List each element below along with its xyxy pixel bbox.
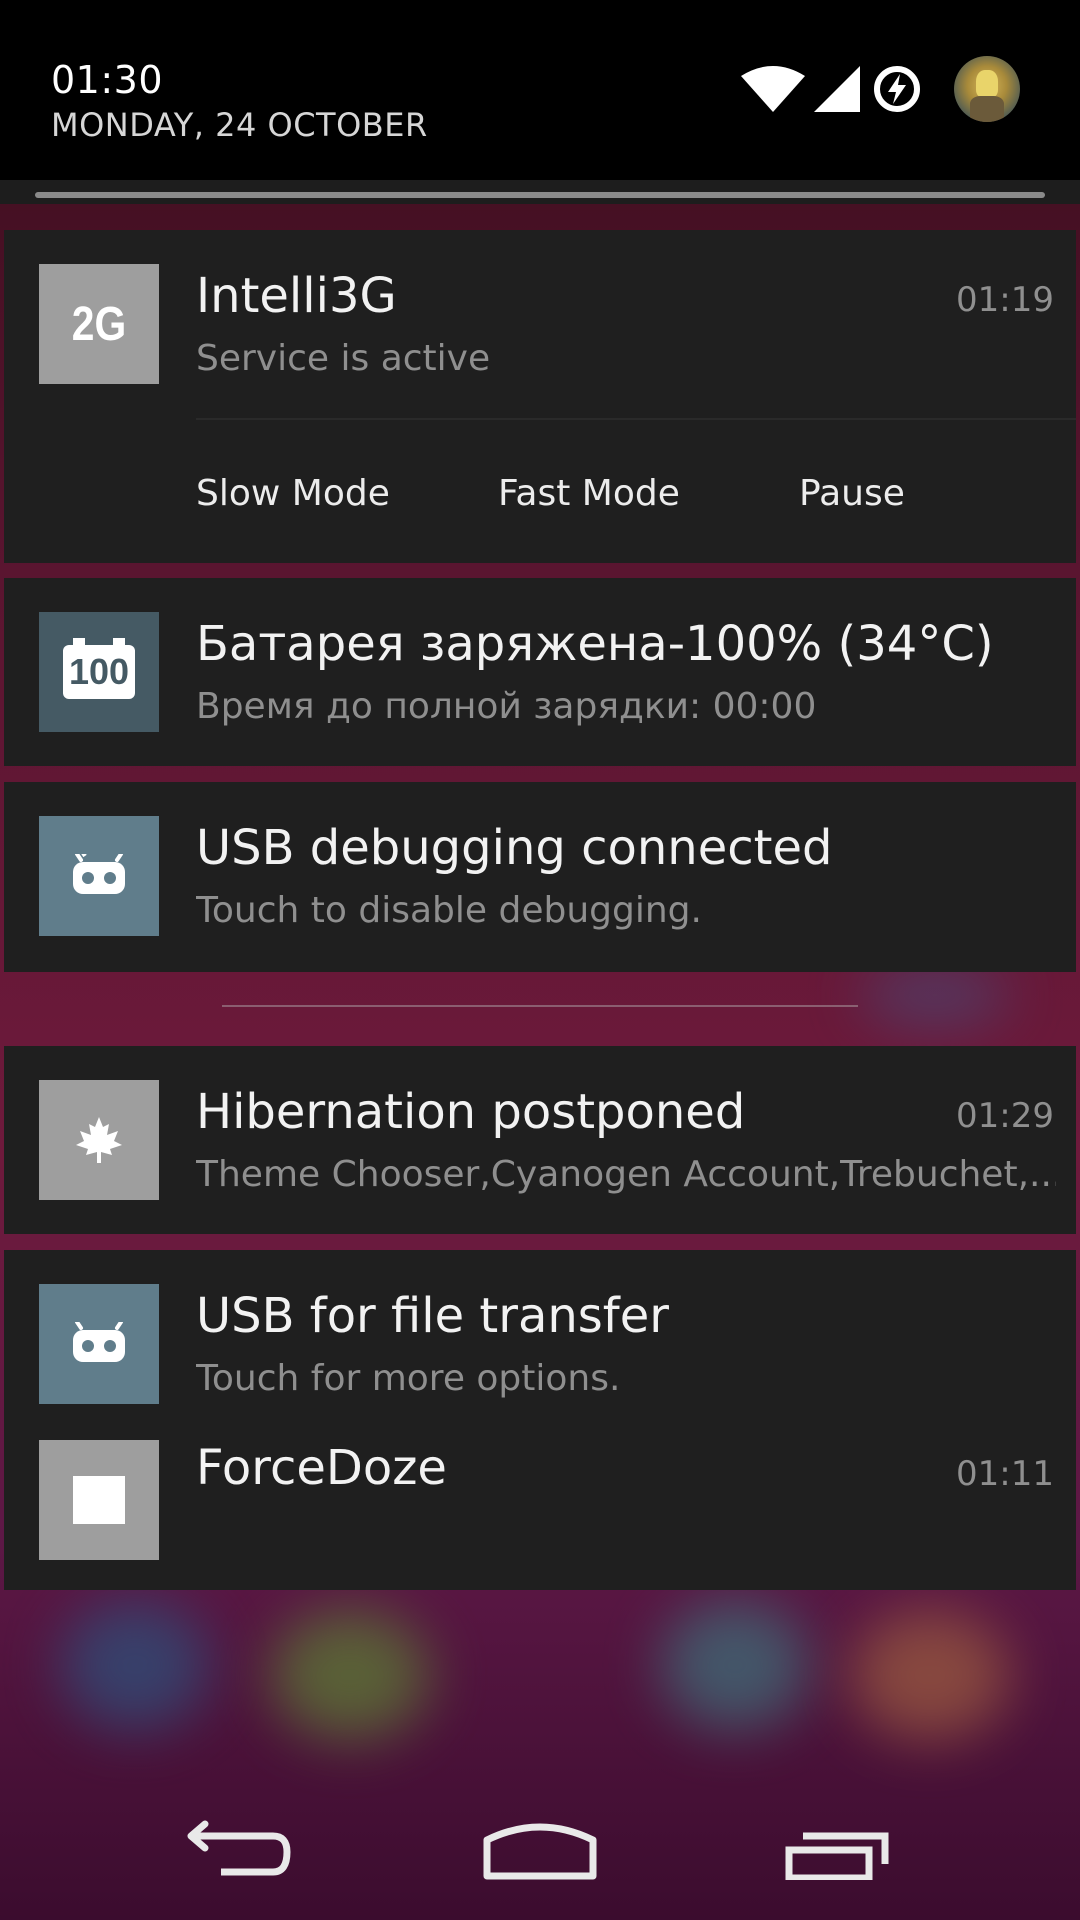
icon-label: 100: [68, 651, 130, 692]
user-avatar[interactable]: [954, 56, 1020, 122]
slow-mode-button[interactable]: Slow Mode: [196, 473, 390, 514]
avatar-figure-body: [970, 96, 1004, 122]
navigation-bar: [0, 1780, 1080, 1920]
android-robot-icon: [73, 1322, 125, 1362]
maple-leaf-icon: [76, 1117, 122, 1163]
greenify-leaf-icon: [39, 1080, 159, 1200]
battery-100-icon: 100: [39, 612, 159, 732]
notification-usb-debugging[interactable]: USB debugging connected Touch to disable…: [4, 782, 1076, 972]
recents-button[interactable]: [720, 1780, 960, 1920]
notification-text: Touch for more options.: [196, 1358, 621, 1399]
stop-square-icon: [73, 1476, 125, 1524]
cell-signal-icon: [814, 66, 860, 112]
expand-handle[interactable]: [35, 192, 1045, 198]
notification-group-usb-forcedoze: USB for file transfer Touch for more opt…: [4, 1250, 1076, 1590]
quick-header[interactable]: 01:30 MONDAY, 24 OCTOBER: [0, 0, 1080, 180]
status-icons: [740, 56, 1030, 122]
wifi-icon: [741, 66, 805, 112]
notification-title: Батарея заряжена-100% (34°C): [196, 616, 994, 672]
notification-group-separator: [222, 1005, 858, 1007]
notification-time: 01:19: [956, 280, 1054, 320]
home-button[interactable]: [420, 1780, 660, 1920]
notification-hibernation[interactable]: Hibernation postponed Theme Chooser,Cyan…: [4, 1046, 1076, 1234]
android-debug-icon: [39, 816, 159, 936]
notification-title: Intelli3G: [196, 268, 397, 324]
notification-forcedoze[interactable]: ForceDoze 01:11: [4, 1430, 1076, 1590]
notification-title: Hibernation postponed: [196, 1084, 746, 1140]
pause-button[interactable]: Pause: [799, 473, 905, 514]
android-robot-icon: [73, 854, 125, 894]
notification-text: Service is active: [196, 338, 491, 379]
back-button[interactable]: [120, 1780, 360, 1920]
wallpaper-blob: [660, 1600, 810, 1730]
home-icon: [483, 1823, 597, 1880]
battery-shape: 100: [63, 638, 135, 699]
notification-battery[interactable]: 100 Батарея заряжена-100% (34°C) Время д…: [4, 578, 1076, 766]
intelli3g-icon: 2G: [39, 264, 159, 384]
notification-title: USB debugging connected: [196, 820, 833, 876]
wallpaper-blob: [850, 1610, 1010, 1740]
wallpaper-blob: [60, 1600, 210, 1730]
battery-terminal-left: [73, 638, 85, 645]
action-divider: [196, 418, 1076, 420]
icon-label: 2G: [71, 297, 127, 351]
avatar-figure: [976, 70, 998, 98]
forcedoze-icon: [39, 1440, 159, 1560]
clock: 01:30: [51, 58, 164, 102]
recents-icon: [785, 1832, 889, 1880]
notification-title: USB for file transfer: [196, 1288, 669, 1344]
notification-usb-file-transfer[interactable]: USB for file transfer Touch for more opt…: [4, 1250, 1076, 1430]
notification-intelli3g[interactable]: 2G Intelli3G Service is active 01:19 Slo…: [4, 230, 1076, 563]
wallpaper-blob: [860, 965, 1010, 1025]
notification-text: Время до полной зарядки: 00:00: [196, 686, 817, 727]
notification-time: 01:11: [956, 1454, 1054, 1494]
battery-terminal-right: [113, 638, 125, 645]
battery-charging-icon: [874, 66, 920, 112]
notification-text: Touch to disable debugging.: [196, 890, 702, 931]
notification-title: ForceDoze: [196, 1440, 447, 1496]
notification-time: 01:29: [956, 1096, 1054, 1136]
android-usb-icon: [39, 1284, 159, 1404]
back-icon: [187, 1820, 291, 1876]
date: MONDAY, 24 OCTOBER: [51, 106, 428, 144]
notification-text: Theme Chooser,Cyanogen Account,Trebuchet…: [196, 1154, 1056, 1195]
wallpaper-blob: [270, 1610, 430, 1740]
fast-mode-button[interactable]: Fast Mode: [498, 473, 680, 514]
